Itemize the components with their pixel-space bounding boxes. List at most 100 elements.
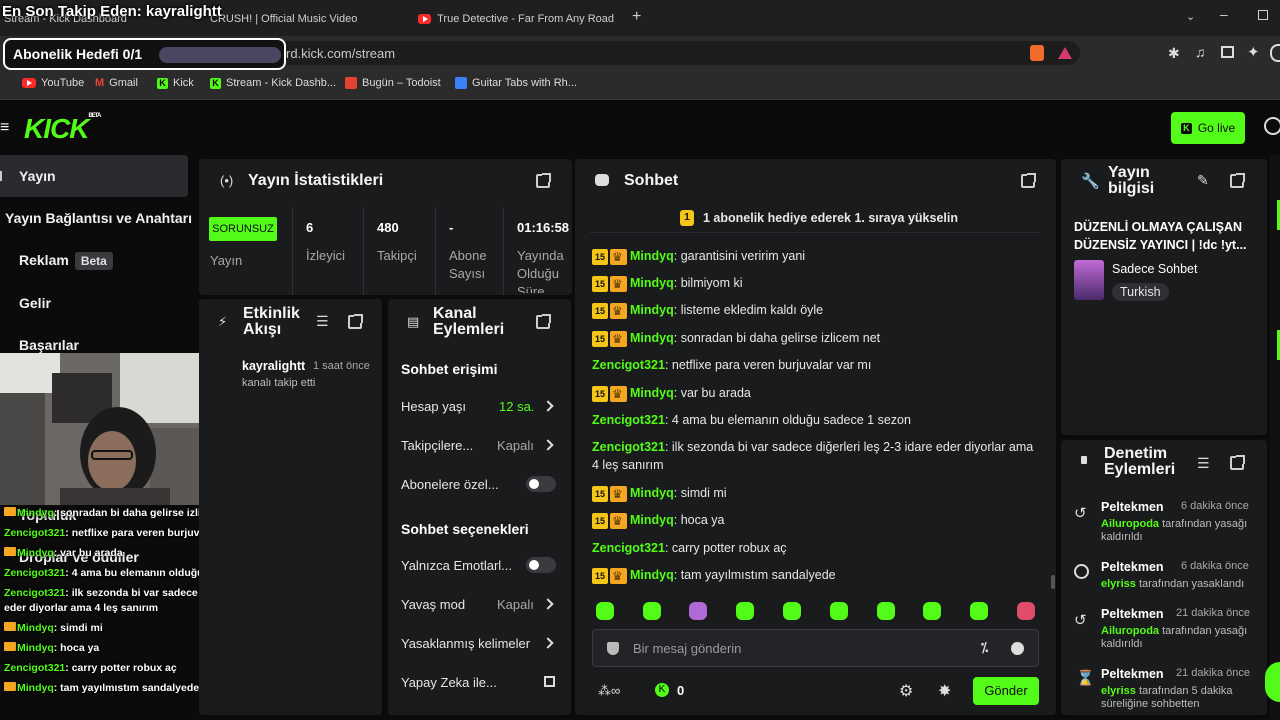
ai-moderation-row[interactable]: Yapay Zeka ile... — [401, 675, 497, 690]
chat-scrollbar[interactable] — [1051, 575, 1055, 589]
mod-target[interactable]: elyriss — [1101, 685, 1136, 697]
bookmark-kick[interactable]: K Kick — [157, 77, 194, 89]
mod-shield-icon — [1081, 456, 1087, 464]
language-tag[interactable]: Turkish — [1112, 283, 1169, 301]
kick-icon: K — [210, 77, 221, 89]
popout-icon[interactable] — [1021, 173, 1036, 188]
filter-icon[interactable]: ☰ — [1197, 455, 1210, 472]
bookmark-guitar-tabs[interactable]: Guitar Tabs with Rh... — [455, 77, 577, 89]
mod-desc: Ailuropoda tarafından yasağı kaldırıldı — [1101, 518, 1256, 544]
activity-user[interactable]: kayralightt — [242, 359, 305, 373]
emote-icon[interactable] — [877, 602, 895, 620]
bookmark-gmail[interactable]: M Gmail — [95, 77, 138, 89]
chat-username[interactable]: Zencigot321 — [592, 413, 665, 427]
kick-logo[interactable]: KICKBETA — [24, 113, 101, 145]
category-thumbnail[interactable] — [1074, 260, 1104, 300]
profile-icon[interactable] — [1270, 44, 1280, 62]
emote-icon[interactable] — [1017, 602, 1035, 620]
subs-only-row[interactable]: Abonelere özel... — [401, 477, 499, 492]
emote-icon[interactable] — [923, 602, 941, 620]
user-avatar[interactable] — [1264, 117, 1280, 135]
sidebar-item-stream-key[interactable]: Yayın Bağlantısı ve Anahtarı — [5, 210, 192, 226]
emote-icon[interactable] — [970, 602, 988, 620]
category-name[interactable]: Sadece Sohbet — [1112, 262, 1198, 276]
tab-true-detective[interactable]: True Detective - Far From Any Road — [418, 6, 614, 32]
channel-points-icon[interactable]: ⁂∞ — [598, 683, 620, 699]
emote-icon[interactable] — [643, 602, 661, 620]
chat-username[interactable]: Mindyq — [630, 276, 674, 290]
bookmark-label: Bugün – Todoist — [362, 77, 441, 89]
crown-icon — [610, 485, 627, 503]
popout-icon[interactable] — [348, 314, 363, 329]
tab-list-chevron-icon[interactable]: ⌄ — [1186, 10, 1195, 23]
subs-only-toggle[interactable] — [526, 476, 556, 492]
settings-gear-icon[interactable]: ⚙ — [899, 681, 913, 701]
sidebar-item-reklam[interactable]: Reklam Beta — [19, 252, 113, 270]
brave-shield-icon[interactable] — [1030, 45, 1044, 61]
chat-tools-icon[interactable]: ✸ — [938, 681, 951, 701]
emotes-only-toggle[interactable] — [526, 557, 556, 573]
chat-username[interactable]: Mindyq — [630, 249, 674, 263]
floating-action-button[interactable] — [1265, 662, 1280, 702]
emote-icon[interactable] — [783, 602, 801, 620]
chat-username[interactable]: Mindyq — [630, 513, 674, 527]
emote-icon[interactable] — [689, 602, 707, 620]
kick-points-icon: K — [655, 683, 669, 697]
media-icon[interactable]: ♫ — [1195, 44, 1206, 60]
chat-username[interactable]: Mindyq — [630, 386, 674, 400]
filter-icon[interactable]: ☰ — [316, 313, 329, 330]
emoji-icon[interactable] — [1011, 642, 1024, 655]
mod-name[interactable]: Peltekmen — [1101, 500, 1164, 514]
leo-ai-icon[interactable]: ✦ — [1247, 43, 1260, 61]
mod-target[interactable]: elyriss — [1101, 578, 1136, 590]
crown-icon — [610, 567, 627, 585]
popout-icon[interactable] — [536, 173, 551, 188]
go-live-button[interactable]: K Go live — [1171, 112, 1245, 144]
bookmark-label: Gmail — [109, 77, 138, 89]
bookmark-youtube[interactable]: YouTube — [22, 77, 84, 89]
maximize-button[interactable] — [1258, 10, 1268, 20]
chat-username[interactable]: Mindyq — [630, 568, 674, 582]
sidebar-toggle-icon[interactable] — [1221, 46, 1234, 58]
popout-icon[interactable] — [1230, 455, 1245, 470]
mod-target[interactable]: Ailuropoda — [1101, 625, 1159, 637]
external-link-icon[interactable] — [544, 676, 555, 687]
slow-mode-row[interactable]: Yavaş mod — [401, 597, 465, 612]
chat-username[interactable]: Zencigot321 — [592, 358, 665, 372]
mod-name[interactable]: Peltekmen — [1101, 667, 1164, 681]
mod-name[interactable]: Peltekmen — [1101, 560, 1164, 574]
chat-username[interactable]: Mindyq — [630, 486, 674, 500]
banned-words-row[interactable]: Yasaklanmış kelimeler — [401, 636, 530, 651]
followers-only-row[interactable]: Takipçilere... — [401, 438, 473, 453]
sidebar-item-gelir[interactable]: Gelir — [19, 295, 51, 311]
new-tab-button[interactable]: + — [632, 8, 641, 26]
popout-icon[interactable] — [1230, 173, 1245, 188]
url-field[interactable]: rd.kick.com/stream — [150, 41, 1080, 65]
gift-leaderboard-banner[interactable]: 1 abonelik hediye ederek 1. sıraya yükse… — [703, 211, 958, 225]
extensions-icon[interactable]: ✱ — [1168, 45, 1180, 62]
command-icon[interactable]: ⁒ — [981, 640, 988, 656]
sidebar-item-yayin[interactable]: Yayın — [19, 168, 56, 184]
minimize-button[interactable]: – — [1220, 6, 1228, 22]
bookmark-todoist[interactable]: Bugün – Todoist — [345, 77, 441, 89]
account-age-row[interactable]: Hesap yaşı — [401, 399, 466, 414]
emote-icon[interactable] — [830, 602, 848, 620]
message-input[interactable]: Bir mesaj gönderin ⁒ — [592, 629, 1039, 667]
chat-username[interactable]: Mindyq — [630, 331, 674, 345]
emotes-only-row[interactable]: Yalnızca Emotlarl... — [401, 558, 512, 573]
chat-username[interactable]: Zencigot321 — [592, 440, 665, 454]
edit-pencil-icon[interactable]: ✎ — [1197, 172, 1209, 189]
popout-icon[interactable] — [536, 314, 551, 329]
emote-icon[interactable] — [736, 602, 754, 620]
brave-rewards-icon[interactable] — [1058, 47, 1072, 59]
emote-icon[interactable] — [596, 602, 614, 620]
menu-icon[interactable]: ≡ — [0, 119, 9, 137]
tab-crush-video[interactable]: CRUSH! | Official Music Video — [210, 6, 398, 32]
bookmark-kick-dashboard[interactable]: K Stream - Kick Dashb... — [210, 77, 336, 89]
send-button[interactable]: Gönder — [973, 677, 1039, 705]
chat-username[interactable]: Mindyq — [630, 303, 674, 317]
mod-name[interactable]: Peltekmen — [1101, 607, 1164, 621]
mod-target[interactable]: Ailuropoda — [1101, 518, 1159, 530]
chat-username[interactable]: Zencigot321 — [592, 541, 665, 555]
sidebar-item-basarilar[interactable]: Başarılar — [19, 337, 79, 353]
